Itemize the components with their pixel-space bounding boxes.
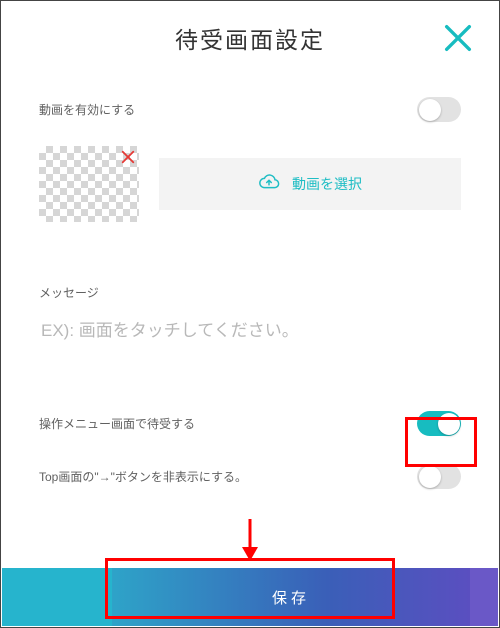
- wait-on-menu-label: 操作メニュー画面で待受する: [39, 415, 195, 432]
- row-hide-top-arrow: Top画面の"→"ボタンを非表示にする。: [39, 464, 461, 489]
- remove-thumbnail-button[interactable]: [119, 148, 137, 166]
- message-input[interactable]: [39, 315, 465, 351]
- app-frame: 待受画面設定 動画を有効にする: [0, 0, 500, 628]
- row-enable-video: 動画を有効にする: [39, 97, 461, 122]
- arrow-down-icon: [240, 548, 260, 565]
- arrow-annotation: [240, 517, 260, 561]
- message-label: メッセージ: [39, 284, 461, 301]
- close-icon: [441, 42, 475, 59]
- hide-top-arrow-label: Top画面の"→"ボタンを非表示にする。: [39, 468, 247, 485]
- footer-right-strip: [470, 568, 498, 626]
- toggle-knob: [438, 413, 460, 435]
- page-title: 待受画面設定: [175, 21, 325, 55]
- hide-top-arrow-toggle[interactable]: [417, 464, 461, 489]
- row-wait-on-menu: 操作メニュー画面で待受する: [39, 411, 461, 436]
- header: 待受画面設定: [7, 7, 493, 69]
- save-button-label: 保存: [272, 587, 310, 608]
- video-thumbnail[interactable]: [39, 146, 139, 222]
- select-video-label: 動画を選択: [292, 174, 362, 194]
- save-button[interactable]: 保存: [112, 568, 470, 626]
- footer: 保存: [2, 568, 498, 626]
- toggle-knob: [419, 99, 441, 121]
- footer-left-strip: [2, 568, 112, 626]
- media-row: 動画を選択: [39, 146, 461, 222]
- select-video-button[interactable]: 動画を選択: [159, 158, 461, 210]
- enable-video-toggle[interactable]: [417, 97, 461, 122]
- wait-on-menu-toggle[interactable]: [417, 411, 461, 436]
- enable-video-label: 動画を有効にする: [39, 101, 135, 118]
- remove-icon: [119, 153, 137, 170]
- close-button[interactable]: [441, 21, 475, 55]
- cloud-upload-icon: [258, 172, 280, 197]
- toggle-knob: [419, 466, 441, 488]
